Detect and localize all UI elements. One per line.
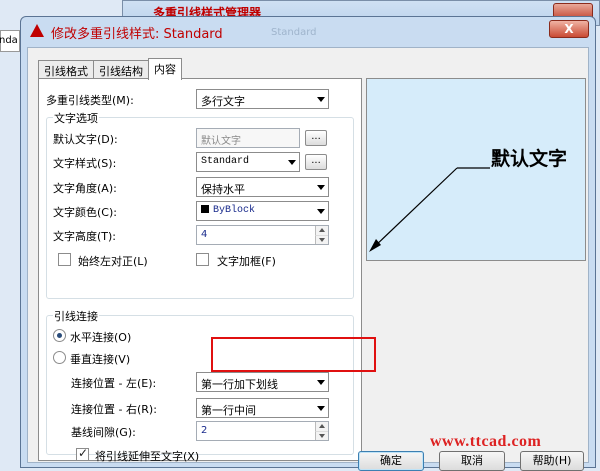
default-text-row: 默认文字(D): 默认文字 ... [47, 128, 353, 148]
leader-connection-group: 引线连接 水平连接(O) 垂直连接(V) 连接位置 - 左(E): 第一行加下划… [46, 308, 354, 455]
spin-up-icon[interactable] [315, 226, 328, 235]
default-text-field[interactable]: 默认文字 [196, 128, 300, 148]
always-left-justify-checkbox[interactable] [58, 253, 71, 266]
autocad-logo-icon [30, 24, 44, 37]
preview-text: 默认文字 [491, 147, 567, 170]
preview-arrowhead-icon [369, 239, 381, 252]
text-height-row: 文字高度(T): 4 [47, 225, 353, 245]
attach-right-dropdown[interactable]: 第一行中间 [196, 398, 329, 418]
text-color-value: ByBlock [213, 205, 256, 216]
default-text-browse-button[interactable]: ... [305, 130, 327, 146]
preview-leader-line [372, 167, 458, 249]
dialog-client-area: 引线格式 引线结构 内容 多重引线类型(M): 多行文字 文字选项 默认文字(D… [27, 47, 589, 471]
mleader-type-dropdown[interactable]: 多行文字 [196, 89, 329, 109]
checkbox-row: 始终左对正(L) 文字加框(F) [47, 250, 353, 270]
tab-leader-format[interactable]: 引线格式 [38, 60, 94, 79]
close-button[interactable]: X [549, 20, 589, 38]
extend-leader-checkbox[interactable] [76, 446, 89, 461]
always-left-justify-label: 始终左对正(L) [78, 255, 148, 268]
ghost-title-text: Standard [271, 27, 317, 38]
spin-up-icon[interactable] [315, 422, 328, 431]
tab-strip: 引线格式 引线结构 内容 [38, 58, 182, 80]
watermark-text: www.ttcad.com [430, 433, 542, 450]
dialog-title: 修改多重引线样式: Standard [51, 27, 223, 42]
text-angle-dropdown[interactable]: 保持水平 [196, 177, 329, 197]
chevron-down-icon [317, 380, 325, 385]
text-color-row: 文字颜色(C): ByBlock [47, 201, 353, 221]
color-swatch-icon [201, 205, 209, 213]
landing-gap-spinner[interactable]: 2 [196, 421, 329, 441]
text-angle-value: 保持水平 [201, 183, 245, 196]
text-color-label: 文字颜色(C): [53, 206, 117, 219]
text-angle-row: 文字角度(A): 保持水平 [47, 177, 353, 197]
tab-content[interactable]: 内容 [148, 58, 182, 80]
attach-right-row: 连接位置 - 右(R): 第一行中间 [47, 398, 353, 418]
attach-left-dropdown[interactable]: 第一行加下划线 [196, 372, 329, 392]
text-style-dropdown[interactable]: Standard [196, 152, 300, 172]
preview-drawing: 默认文字 [369, 147, 567, 252]
horizontal-attachment-label: 水平连接(O) [70, 331, 132, 344]
landing-gap-row: 基线间隙(G): 2 [47, 421, 353, 441]
style-preview-pane: 默认文字 [366, 78, 586, 261]
text-angle-label: 文字角度(A): [53, 182, 117, 195]
attach-left-highlight-box [211, 337, 376, 372]
text-options-group-label: 文字选项 [53, 110, 99, 126]
spin-down-icon[interactable] [315, 235, 328, 244]
spin-down-icon[interactable] [315, 431, 328, 440]
text-style-row: 文字样式(S): Standard ... [47, 152, 353, 172]
chevron-down-icon [317, 185, 325, 190]
chevron-down-icon [317, 209, 325, 214]
chevron-down-icon [317, 97, 325, 102]
attach-left-label: 连接位置 - 左(E): [71, 377, 157, 390]
cancel-button[interactable]: 取消 [439, 451, 505, 471]
landing-gap-value: 2 [201, 425, 208, 436]
text-style-browse-button[interactable]: ... [305, 154, 327, 170]
leader-connection-group-label: 引线连接 [53, 308, 99, 324]
mleader-type-label: 多重引线类型(M): [46, 94, 134, 107]
text-color-dropdown[interactable]: ByBlock [196, 201, 329, 221]
text-style-label: 文字样式(S): [53, 157, 117, 170]
ok-button[interactable]: 确定 [358, 451, 424, 471]
left-background-field: nda [0, 30, 20, 52]
landing-gap-label: 基线间隙(G): [71, 426, 136, 439]
modify-mleader-style-dialog: 修改多重引线样式: Standard Standard X 引线格式 引线结构 … [20, 16, 596, 471]
chevron-down-icon [317, 406, 325, 411]
vertical-attachment-radio[interactable] [53, 351, 66, 364]
default-text-label: 默认文字(D): [53, 133, 118, 146]
help-button[interactable]: 帮助(H) [520, 451, 584, 471]
text-frame-checkbox[interactable] [196, 253, 209, 266]
attach-right-value: 第一行中间 [201, 404, 256, 417]
text-height-value: 4 [201, 229, 208, 240]
left-background-text: nda [0, 35, 18, 46]
mleader-type-value: 多行文字 [201, 95, 245, 108]
extend-leader-row: 将引线延伸至文字(X) [39, 445, 361, 465]
text-height-label: 文字高度(T): [53, 230, 117, 243]
text-frame-label: 文字加框(F) [217, 255, 276, 268]
horizontal-attachment-radio[interactable] [53, 329, 66, 342]
tab-leader-structure[interactable]: 引线结构 [93, 60, 149, 79]
mleader-type-row: 多重引线类型(M): 多行文字 [39, 89, 361, 109]
chevron-down-icon [288, 160, 296, 165]
attach-left-row: 连接位置 - 左(E): 第一行加下划线 [47, 372, 353, 392]
text-style-value: Standard [201, 156, 250, 167]
attach-left-value: 第一行加下划线 [201, 378, 278, 391]
text-options-group: 文字选项 默认文字(D): 默认文字 ... 文字样式(S): Standard… [46, 110, 354, 299]
attach-right-label: 连接位置 - 右(R): [71, 403, 157, 416]
content-tab-panel: 多重引线类型(M): 多行文字 文字选项 默认文字(D): 默认文字 ... 文… [38, 78, 362, 463]
vertical-attachment-label: 垂直连接(V) [70, 353, 131, 366]
extend-leader-label: 将引线延伸至文字(X) [95, 450, 200, 463]
dialog-titlebar: 修改多重引线样式: Standard Standard X [21, 17, 595, 45]
text-height-spinner[interactable]: 4 [196, 225, 329, 245]
